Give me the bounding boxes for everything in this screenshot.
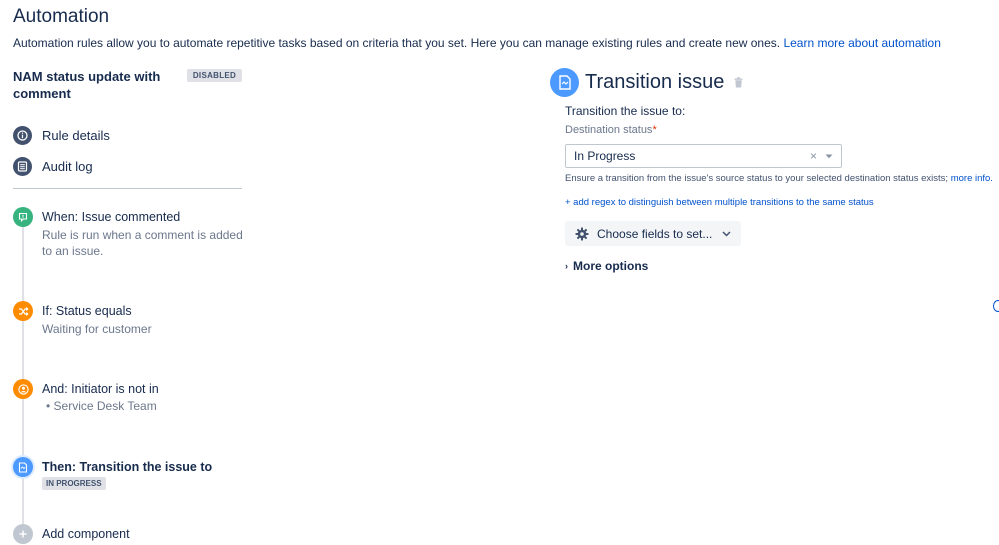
page-description-text: Automation rules allow you to automate r… xyxy=(13,36,784,50)
more-options-label: More options xyxy=(573,259,649,273)
help-text-body: Ensure a transition from the issue's sou… xyxy=(565,173,951,184)
step-condition-status-desc: Waiting for customer xyxy=(42,322,152,336)
destination-status-label: Destination status* xyxy=(565,124,657,136)
step-condition-initiator-title: And: Initiator is not in xyxy=(42,382,159,396)
action-header: Transition issue xyxy=(550,68,743,97)
trash-icon[interactable] xyxy=(734,77,743,88)
help-widget-icon[interactable] xyxy=(993,300,999,312)
learn-more-link[interactable]: Learn more about automation xyxy=(783,36,940,50)
comment-trigger-icon xyxy=(13,207,33,227)
nav-audit-log[interactable]: Audit log xyxy=(13,156,93,176)
step-condition-initiator-bullet: • Service Desk Team xyxy=(46,399,157,413)
rule-name: NAM status update with comment xyxy=(13,69,161,101)
choose-fields-button[interactable]: Choose fields to set... xyxy=(565,221,741,246)
add-component-label: Add component xyxy=(42,527,130,541)
status-badge: DISABLED xyxy=(187,69,242,82)
divider xyxy=(13,188,242,189)
nav-rule-details[interactable]: Rule details xyxy=(13,125,110,145)
info-icon xyxy=(13,125,32,145)
status-lozenge: IN PROGRESS xyxy=(42,477,106,490)
step-condition-initiator[interactable]: And: Initiator is not in • Service Desk … xyxy=(13,379,243,417)
gear-icon xyxy=(575,227,589,241)
step-condition-initiator-value: Service Desk Team xyxy=(53,399,157,413)
clear-icon[interactable]: × xyxy=(810,149,817,163)
destination-status-value: In Progress xyxy=(574,149,636,163)
step-action-transition-title: Then: Transition the issue to xyxy=(42,460,213,474)
chevron-right-icon: › xyxy=(565,261,568,271)
list-icon xyxy=(13,156,32,176)
nav-audit-log-label: Audit log xyxy=(42,158,93,174)
transition-issue-icon xyxy=(550,68,579,97)
transition-label: Transition the issue to: xyxy=(565,104,686,118)
caret-down-icon[interactable] xyxy=(825,154,833,159)
shuffle-condition-icon xyxy=(13,301,33,321)
action-title: Transition issue xyxy=(585,71,725,93)
step-trigger-title: When: Issue commented xyxy=(42,210,181,224)
nav-rule-details-label: Rule details xyxy=(42,127,110,143)
page-title: Automation xyxy=(13,6,110,27)
destination-status-select[interactable]: In Progress × xyxy=(565,144,842,168)
step-condition-status[interactable]: If: Status equals Waiting for customer xyxy=(13,301,243,339)
step-action-transition[interactable]: Then: Transition the issue to IN PROGRES… xyxy=(13,457,243,495)
add-component-button[interactable]: Add component xyxy=(13,524,153,544)
chevron-down-icon xyxy=(722,230,731,237)
destination-status-label-text: Destination status xyxy=(565,124,653,136)
step-condition-status-title: If: Status equals xyxy=(42,304,132,318)
choose-fields-label: Choose fields to set... xyxy=(597,226,713,241)
step-trigger[interactable]: When: Issue commented Rule is run when a… xyxy=(13,207,243,258)
more-options-toggle[interactable]: › More options xyxy=(565,259,648,273)
required-mark: * xyxy=(652,124,657,136)
page-description: Automation rules allow you to automate r… xyxy=(13,36,941,50)
transition-action-icon xyxy=(13,457,33,477)
more-info-link[interactable]: more info. xyxy=(951,173,993,184)
help-text: Ensure a transition from the issue's sou… xyxy=(565,173,993,184)
add-regex-link[interactable]: + add regex to distinguish between multi… xyxy=(565,197,874,208)
user-condition-icon xyxy=(13,379,33,399)
add-icon xyxy=(13,524,33,544)
step-trigger-desc: Rule is run when a comment is added to a… xyxy=(42,228,243,258)
